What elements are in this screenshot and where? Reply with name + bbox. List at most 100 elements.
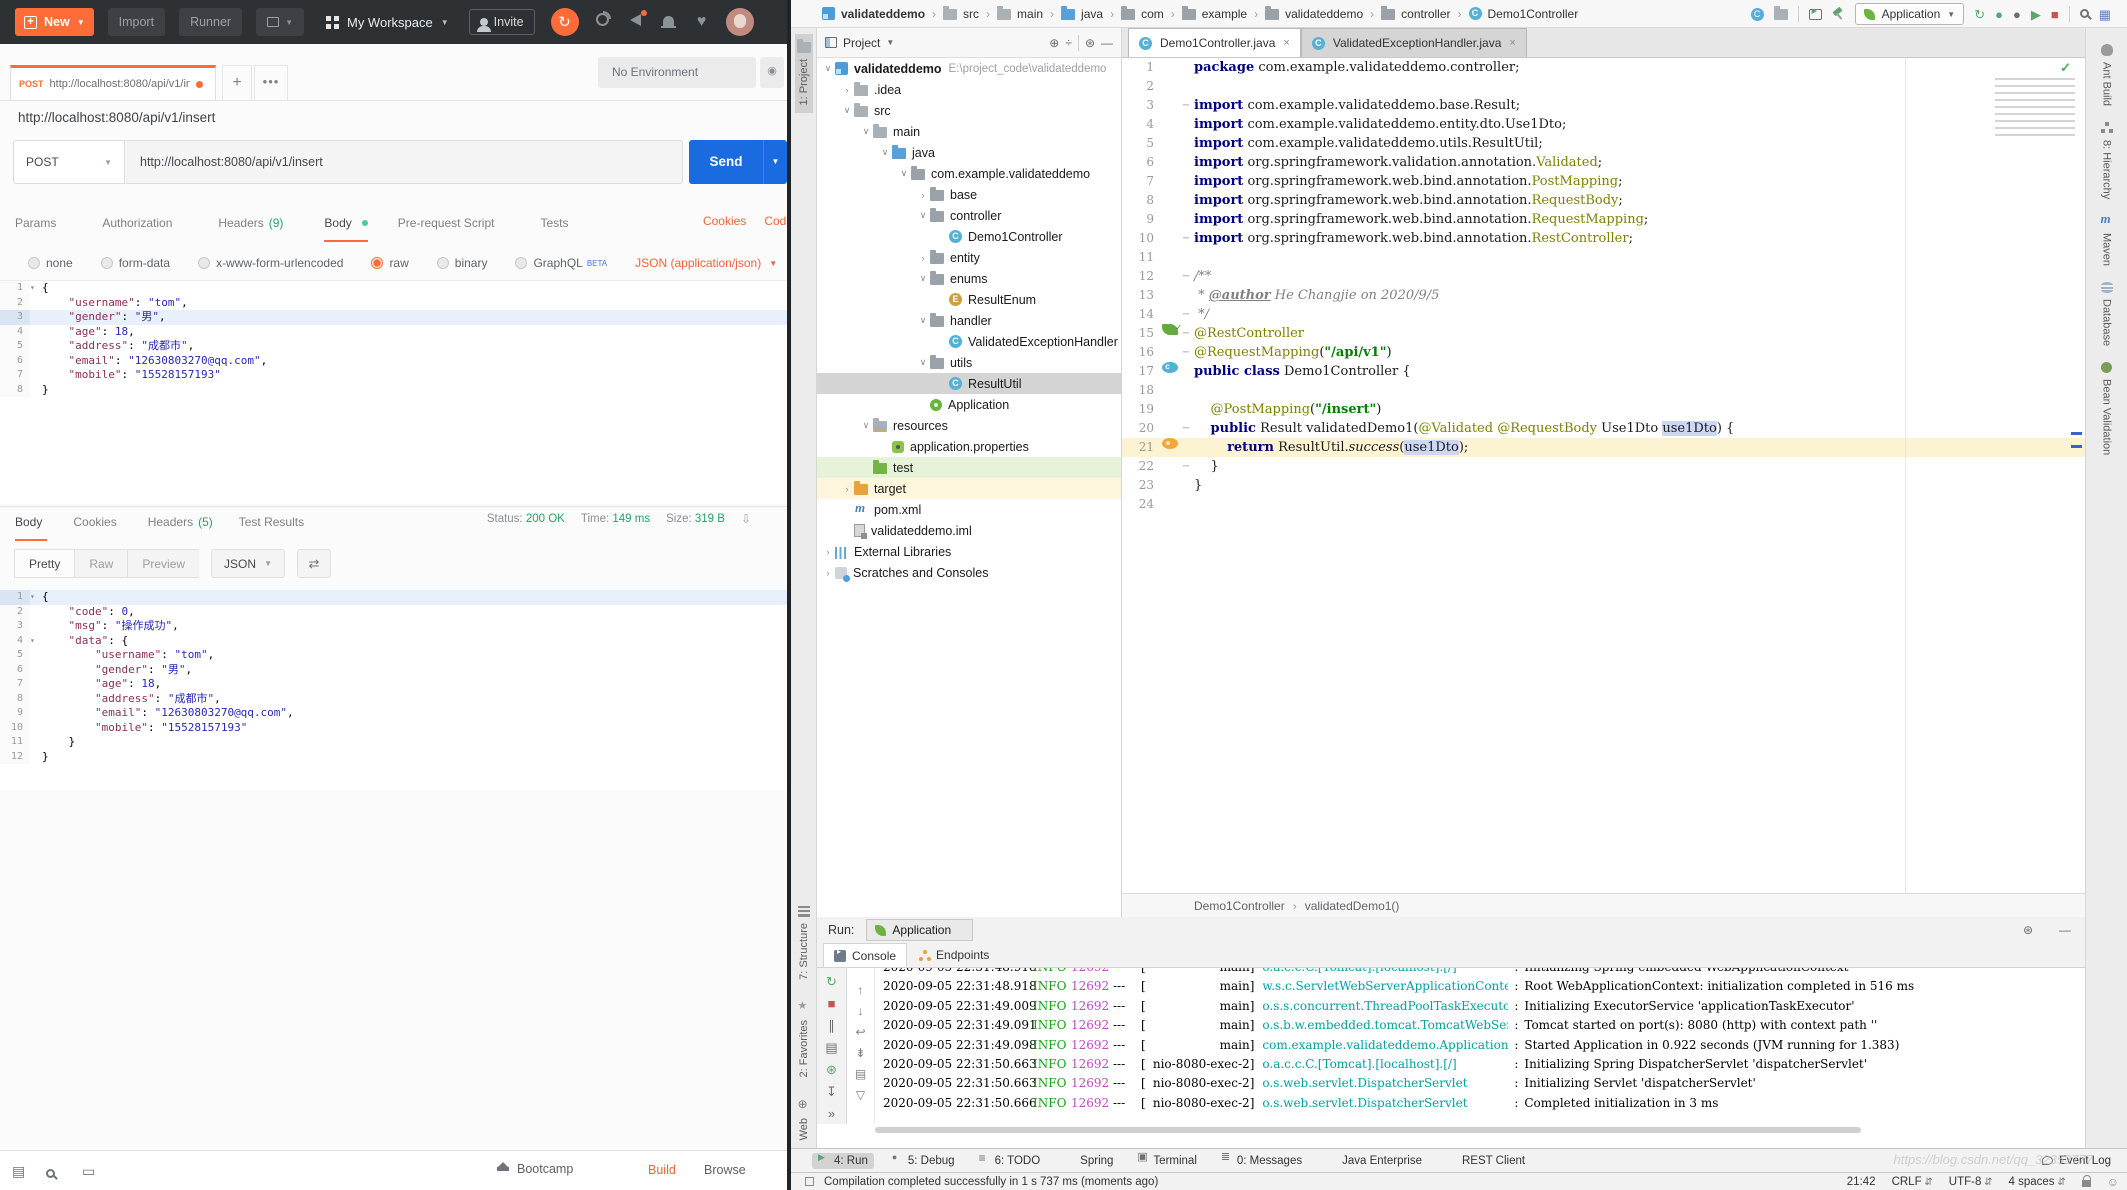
- breadcrumb-item[interactable]: Demo1Controller: [1468, 7, 1593, 21]
- code-editor[interactable]: 1 package com.example.validateddemo.cont…: [1122, 58, 2085, 893]
- tree-item[interactable]: ∨ java: [817, 142, 1121, 163]
- down-stack-icon[interactable]: ↓: [858, 1005, 864, 1017]
- layout-icon[interactable]: ▦: [2099, 8, 2111, 21]
- request-section-tab[interactable]: Body: [324, 212, 368, 242]
- endpoints-tab[interactable]: Endpoints: [909, 943, 999, 967]
- search-everywhere-icon[interactable]: [2079, 7, 2089, 21]
- environment-selector[interactable]: No Environment: [598, 57, 756, 88]
- breadcrumb-item[interactable]: com: [1121, 6, 1182, 21]
- tree-item[interactable]: › target: [817, 478, 1121, 499]
- toolwindow-button[interactable]: 6: TODO: [973, 1152, 1047, 1169]
- breadcrumb-class[interactable]: Demo1Controller: [1194, 899, 1285, 913]
- stop-icon[interactable]: ■: [2051, 8, 2059, 21]
- tree-item[interactable]: ResultEnum: [817, 289, 1121, 310]
- view-mode-button[interactable]: Raw: [74, 549, 128, 578]
- close-icon[interactable]: ×: [1509, 37, 1515, 49]
- run-configuration-selector[interactable]: Application ▼: [1854, 3, 1965, 25]
- toolwindow-button[interactable]: Java Enterprise: [1320, 1153, 1428, 1169]
- debug-icon[interactable]: ●: [1995, 8, 2003, 21]
- send-button[interactable]: Send: [689, 140, 763, 184]
- breadcrumb-item[interactable]: example: [1181, 6, 1265, 21]
- more-icon[interactable]: »: [828, 1107, 835, 1120]
- profile-icon[interactable]: ▶: [2031, 8, 2041, 21]
- editor-tab[interactable]: Demo1Controller.java ×: [1128, 28, 1301, 57]
- breadcrumb-item[interactable]: controller: [1381, 6, 1468, 21]
- request-section-tab[interactable]: Pre-request Script: [398, 212, 511, 242]
- line-ending-selector[interactable]: CRLF: [1892, 1176, 1933, 1188]
- request-tab-active[interactable]: POST http://localhost:8080/api/v1/in...: [10, 65, 216, 101]
- up-stack-icon[interactable]: ↑: [858, 984, 864, 996]
- tree-item[interactable]: ∨ enums: [817, 268, 1121, 289]
- response-body-viewer[interactable]: 1 { 2 "code": 0, 3 "msg": "操作成功", 4 "dat…: [0, 590, 787, 790]
- lock-icon[interactable]: [2081, 1174, 2092, 1187]
- tree-item[interactable]: › External Libraries: [817, 541, 1121, 562]
- workspace-selector[interactable]: My Workspace ▼: [325, 15, 449, 30]
- request-body-editor[interactable]: 1 { 2 "username": "tom", 3 "gender": "男"…: [0, 280, 787, 504]
- environment-eye-icon[interactable]: ◉: [760, 57, 784, 88]
- breadcrumb-item[interactable]: src: [943, 6, 997, 21]
- method-selector[interactable]: POST ▼: [13, 140, 125, 184]
- print-icon[interactable]: ▤: [855, 1068, 866, 1080]
- tree-item[interactable]: ∨ validateddemo E:\project_code\validate…: [817, 58, 1121, 79]
- tree-item[interactable]: ResultUtil: [817, 373, 1121, 394]
- build-link[interactable]: Build: [648, 1163, 676, 1177]
- background-tasks-icon[interactable]: [805, 1177, 814, 1186]
- tree-item[interactable]: ∨ com.example.validateddemo: [817, 163, 1121, 184]
- stripe-button[interactable]: Bean Validation: [2101, 362, 2113, 456]
- stripe-button[interactable]: 1: Project: [794, 34, 813, 114]
- stripe-button[interactable]: 8: Hierarchy: [2101, 122, 2113, 199]
- coverage-icon[interactable]: ●: [2013, 8, 2021, 21]
- tree-item[interactable]: Application: [817, 394, 1121, 415]
- hide-panel-icon[interactable]: —: [2059, 923, 2071, 937]
- collapse-all-icon[interactable]: ÷: [1065, 36, 1072, 50]
- tree-item[interactable]: ValidatedExceptionHandler: [817, 331, 1121, 352]
- stripe-button[interactable]: Web: [796, 1092, 812, 1148]
- request-section-tab[interactable]: Params: [15, 212, 72, 242]
- locate-file-icon[interactable]: ⊕: [1049, 36, 1059, 50]
- chevron-down-icon[interactable]: ▼: [886, 38, 894, 47]
- class-nav-icon[interactable]: C: [1750, 7, 1764, 21]
- pause-output-icon[interactable]: ∥: [828, 1019, 835, 1032]
- toolwindow-button[interactable]: REST Client: [1440, 1153, 1531, 1169]
- tree-item[interactable]: ∨ utils: [817, 352, 1121, 373]
- console-tab[interactable]: Console: [823, 943, 908, 967]
- tab-options-button[interactable]: •••: [254, 65, 288, 101]
- tree-item[interactable]: validateddemo.iml: [817, 520, 1121, 541]
- tree-item[interactable]: › entity: [817, 247, 1121, 268]
- encoding-selector[interactable]: UTF-8: [1949, 1176, 1993, 1188]
- run-icon[interactable]: ↻: [1974, 8, 1985, 21]
- invite-button[interactable]: Invite: [468, 9, 535, 35]
- tree-item[interactable]: ∨ controller: [817, 205, 1121, 226]
- soft-wrap-icon[interactable]: ↩: [855, 1026, 865, 1038]
- tree-item[interactable]: ∨ handler: [817, 310, 1121, 331]
- run-config-tab[interactable]: Application ×: [866, 919, 973, 941]
- bell-icon[interactable]: [660, 13, 678, 31]
- run-anything-icon[interactable]: [1808, 7, 1822, 20]
- breadcrumb-item[interactable]: main: [997, 6, 1061, 21]
- folder-nav-icon[interactable]: [1773, 5, 1788, 20]
- stripe-button[interactable]: Maven: [2101, 211, 2113, 266]
- export-icon[interactable]: ↧: [826, 1085, 837, 1098]
- response-section-tab[interactable]: Cookies: [73, 511, 121, 541]
- rerun-icon[interactable]: ↻: [826, 975, 837, 988]
- request-section-tab[interactable]: Headers (9): [218, 212, 294, 242]
- scroll-end-icon[interactable]: ⇟: [855, 1047, 865, 1059]
- tree-item[interactable]: ∨ src: [817, 100, 1121, 121]
- dump-threads-icon[interactable]: ▤: [825, 1041, 837, 1054]
- request-section-tab[interactable]: Tests: [540, 212, 584, 242]
- request-section-tab[interactable]: Authorization: [102, 212, 188, 242]
- clear-all-icon[interactable]: ▽: [856, 1089, 865, 1101]
- body-mode-radio[interactable]: form-data: [100, 256, 174, 270]
- sync-button[interactable]: ↻: [550, 8, 579, 36]
- tree-item[interactable]: › base: [817, 184, 1121, 205]
- wrap-lines-icon[interactable]: ⇄: [296, 549, 331, 578]
- response-section-tab[interactable]: Headers (5): [148, 511, 213, 541]
- inspection-ok-icon[interactable]: ✓: [2060, 60, 2071, 76]
- send-options-button[interactable]: ▼: [763, 140, 787, 184]
- error-stripe-mark[interactable]: [2071, 432, 2082, 435]
- toolwindow-button[interactable]: 0: Messages: [1215, 1152, 1308, 1169]
- close-icon[interactable]: ×: [1283, 37, 1289, 49]
- code-link[interactable]: Code: [764, 214, 787, 228]
- tree-item[interactable]: application.properties: [817, 436, 1121, 457]
- gear-icon[interactable]: ⊛: [2023, 923, 2033, 937]
